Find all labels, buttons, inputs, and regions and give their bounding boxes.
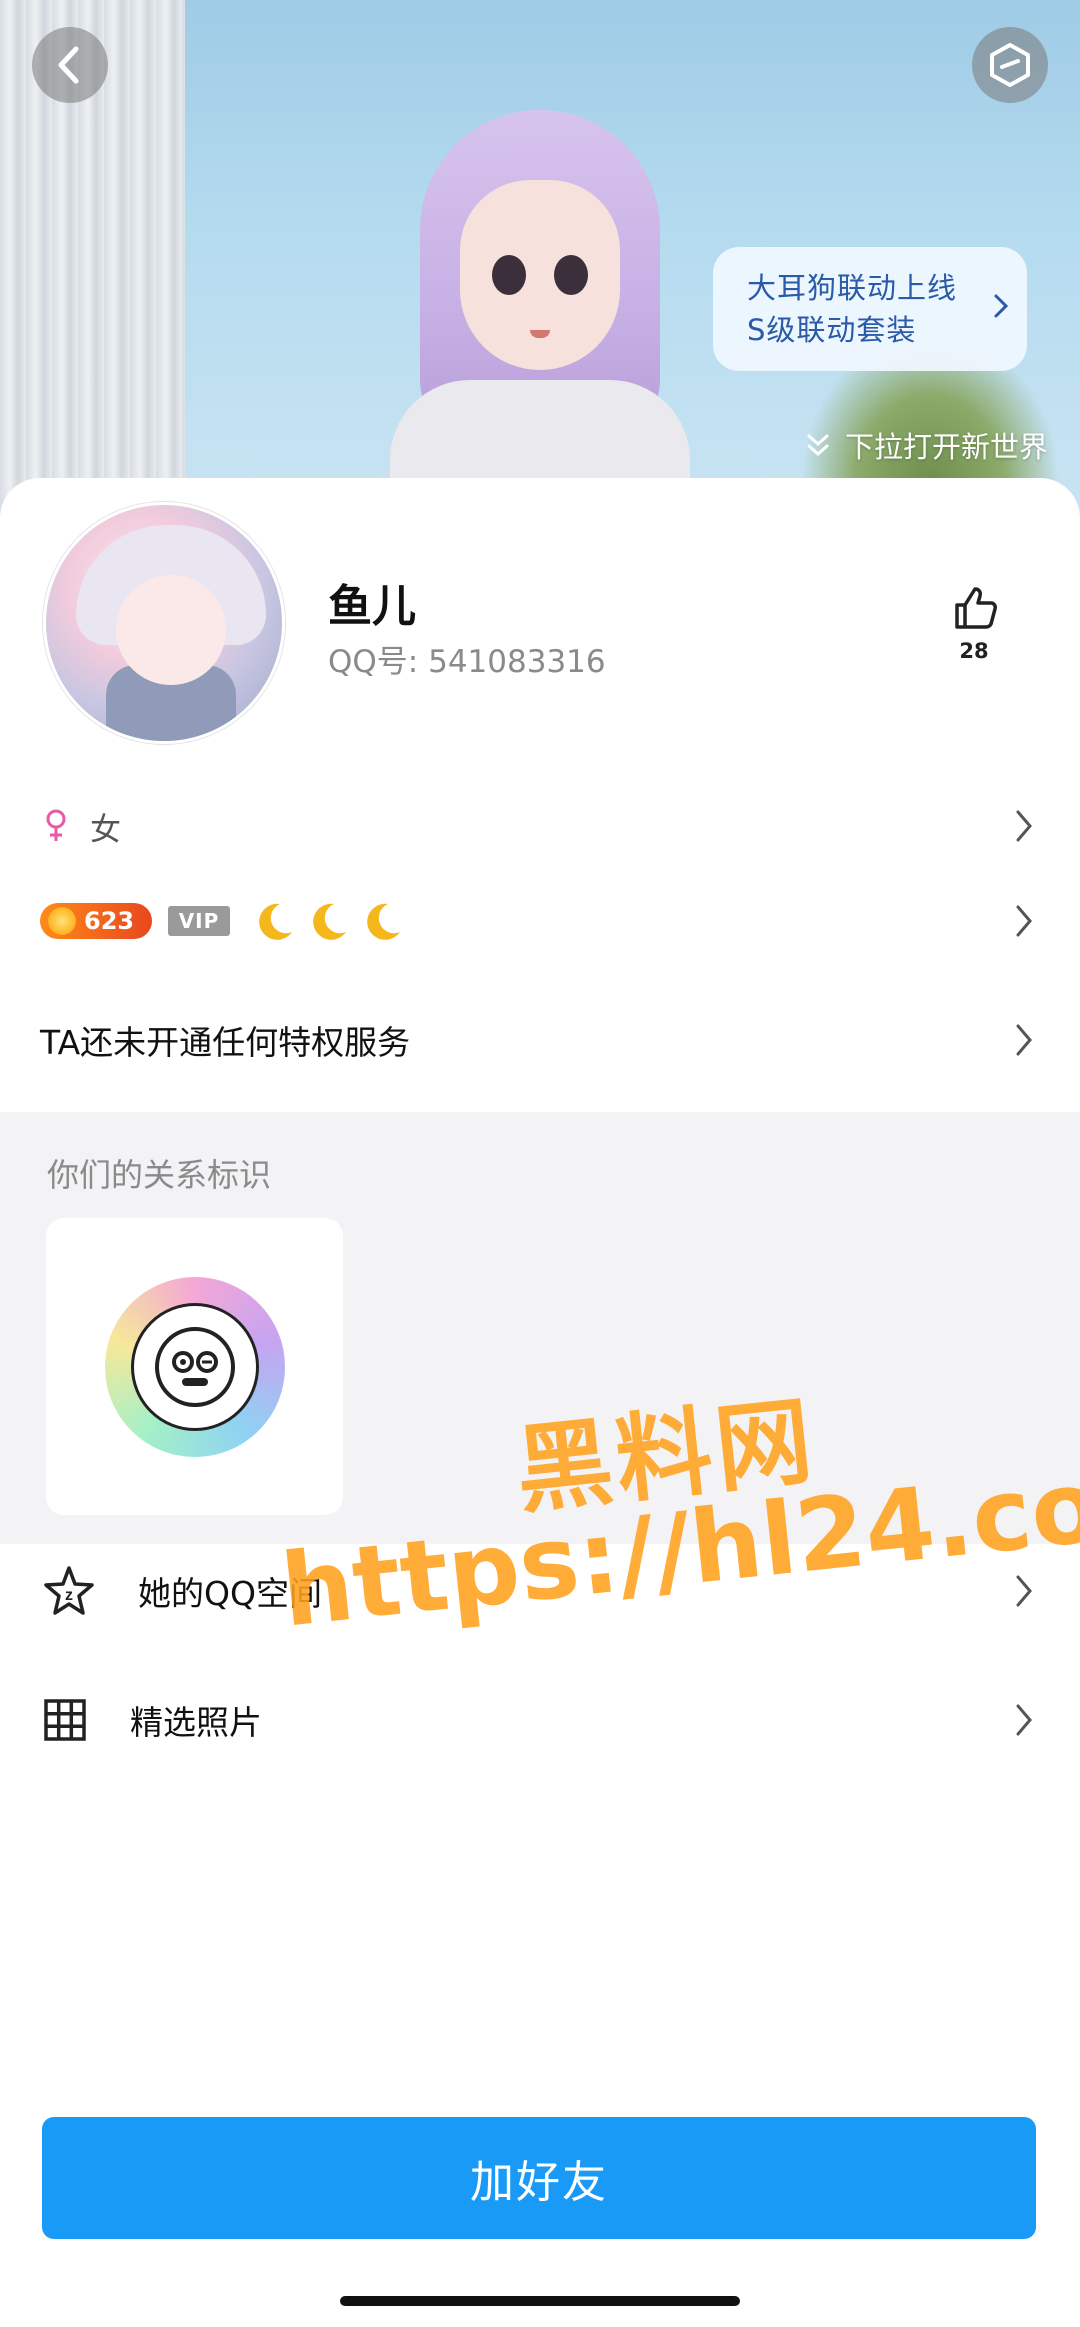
level-row[interactable]: 623 VIP [0,888,1080,954]
relation-title: 你们的关系标识 [47,1156,272,1194]
avatar[interactable] [43,502,285,744]
chevron-right-icon [1016,810,1032,842]
back-button[interactable] [32,27,108,103]
face-emoji-icon [154,1326,235,1407]
pull-down-hint: 下拉打开新世界 [803,424,1048,466]
grid-icon [44,1699,86,1741]
more-button[interactable] [972,27,1048,103]
photos-row[interactable]: 精选照片 [0,1665,1080,1775]
relation-card[interactable] [46,1218,343,1515]
vip-tag: VIP [168,906,230,936]
like-button[interactable]: 28 [944,583,1004,663]
relation-badge-icon [104,1276,285,1457]
privilege-row[interactable]: TA还未开通任何特权服务 [0,1000,1080,1080]
gender-text: 女 [90,811,121,848]
chevron-right-icon [1016,1575,1032,1607]
double-chevron-down-icon [807,434,829,457]
avatar-3d-figure [380,110,700,520]
chevron-right-icon [1016,905,1032,937]
hexagon-icon [990,43,1030,87]
privilege-text: TA还未开通任何特权服务 [40,1023,411,1062]
chevron-right-icon [1016,1024,1032,1056]
chevron-left-icon [58,46,79,84]
pull-hint-text: 下拉打开新世界 [844,430,1048,464]
home-indicator[interactable] [340,2296,740,2306]
qq-number: QQ号: 541083316 [328,644,606,680]
add-friend-button[interactable]: 加好友 [42,2117,1036,2239]
thumbs-up-icon [955,587,997,629]
nickname: 鱼儿 [328,581,416,632]
star-icon: z [44,1566,94,1615]
female-icon [46,809,66,841]
like-count: 28 [959,639,989,663]
moon-icons [250,898,404,944]
moon-icon [367,903,400,940]
promo-line-1: 大耳狗联动上线 [747,271,958,305]
svg-text:z: z [65,1587,73,1604]
level-value: 623 [84,907,135,935]
promo-bubble[interactable]: 大耳狗联动上线 S级联动套装 [713,247,1027,371]
chevron-right-icon [1016,1704,1032,1736]
gender-row[interactable]: 女 [0,793,1080,859]
chevron-right-icon [994,294,1009,318]
moon-icon [259,903,292,940]
sun-icon [48,907,76,935]
profile-banner[interactable]: 大耳狗联动上线 S级联动套装 下拉打开新世界 [0,0,1080,520]
photos-label: 精选照片 [130,1703,262,1742]
level-badge: 623 [40,903,152,939]
moon-icon [313,903,346,940]
promo-line-2: S级联动套装 [747,313,917,347]
